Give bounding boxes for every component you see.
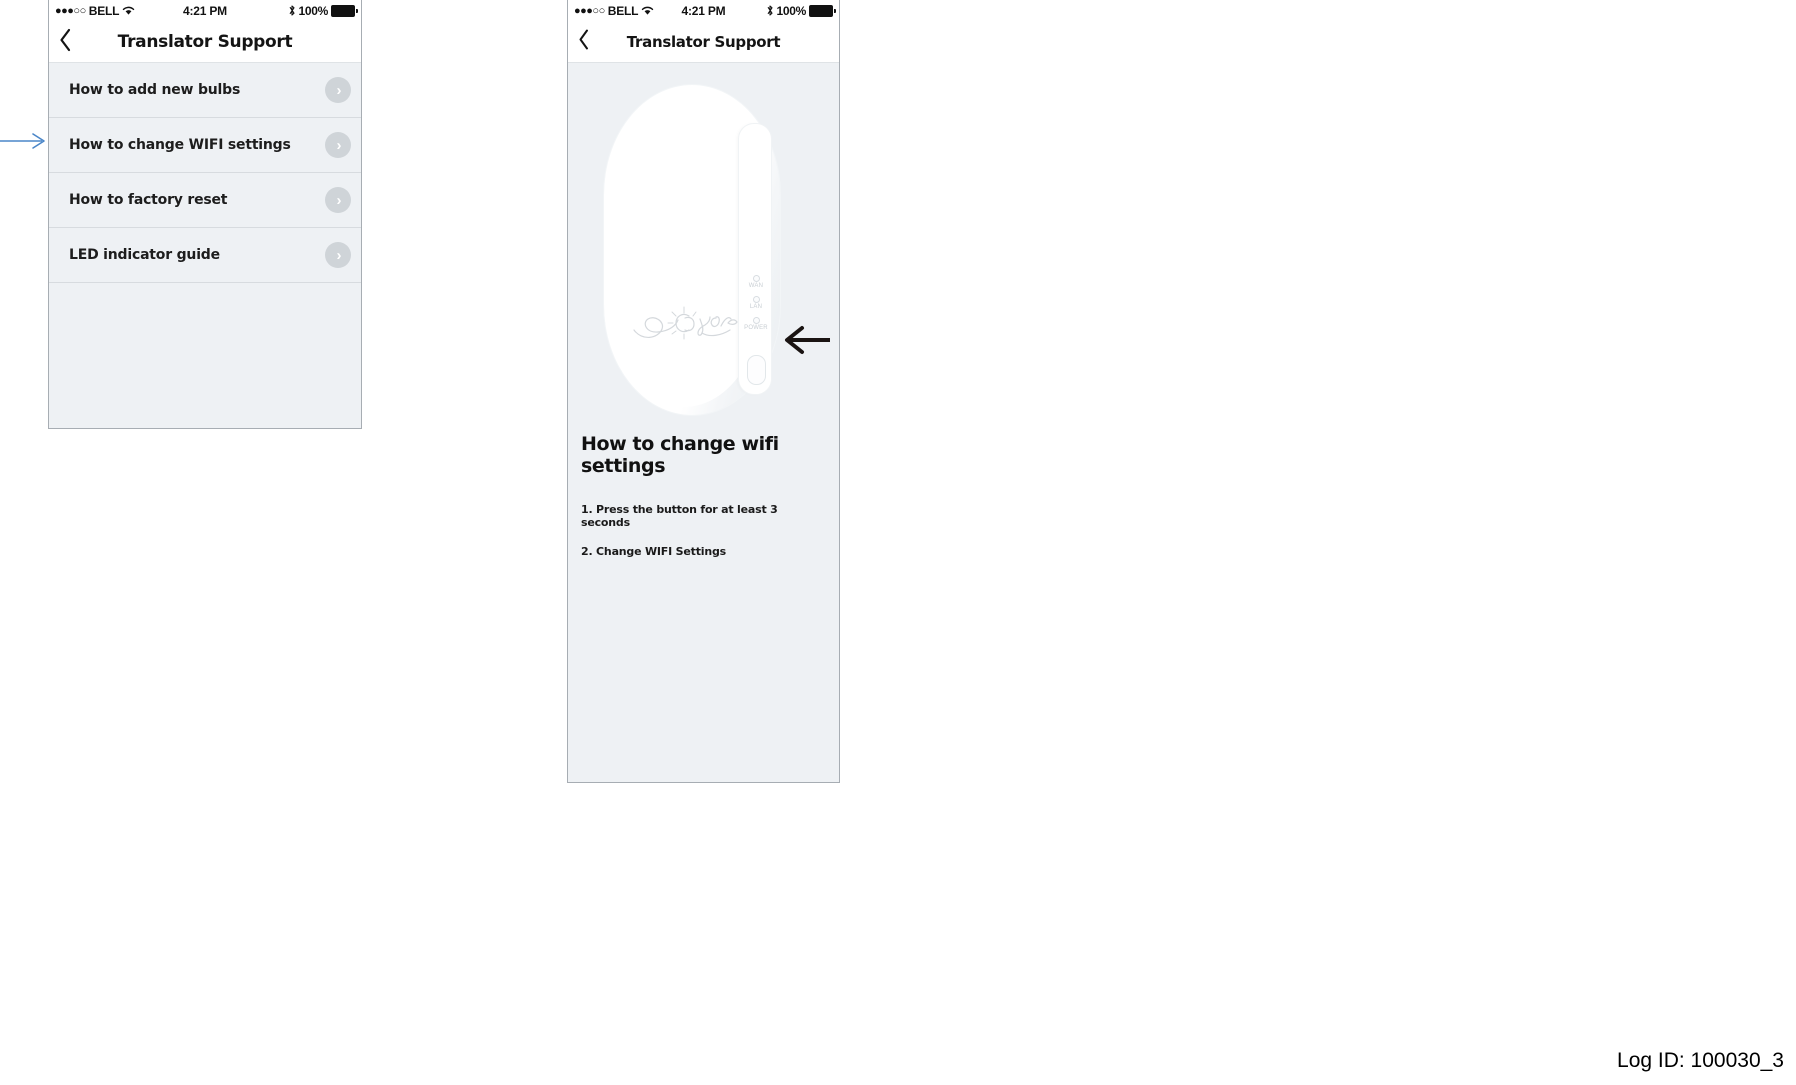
chevron-left-icon xyxy=(579,29,588,50)
battery-percent-label: 100% xyxy=(776,4,807,18)
list-item-led-indicator-guide[interactable]: LED indicator guide › xyxy=(49,228,361,283)
bluetooth-icon xyxy=(288,4,296,19)
bluetooth-icon-svg xyxy=(289,4,295,16)
led-dot-icon xyxy=(752,296,760,303)
annotation-arrow-right-blue xyxy=(0,131,48,151)
navigation-bar: Translator Support xyxy=(49,22,361,63)
chevron-right-icon[interactable]: › xyxy=(325,77,351,103)
list-item-label: How to change WIFI settings xyxy=(69,137,291,153)
log-id-label: Log ID: 100030_3 xyxy=(1617,1049,1784,1072)
battery-icon xyxy=(331,5,358,17)
instruction-step-1: 1. Press the button for at least 3 secon… xyxy=(581,503,778,529)
list-item-factory-reset[interactable]: How to factory reset › xyxy=(49,173,361,228)
chevron-right-glyph: › xyxy=(336,246,342,264)
device-reset-button xyxy=(747,355,766,385)
chevron-right-glyph: › xyxy=(336,191,342,209)
led-label: POWER xyxy=(744,325,768,331)
phone-screen-change-wifi-detail: ●●●○○ BELL 4:21 PM 100% Translator Suppo… xyxy=(567,0,840,783)
phone-screen-translator-support-list: ●●●○○ BELL 4:21 PM 100% Translator Suppo… xyxy=(48,0,362,429)
wifi-icon-svg xyxy=(123,6,135,15)
c-by-ge-logo-svg xyxy=(633,306,738,340)
carrier-label: BELL xyxy=(607,4,639,18)
wifi-icon xyxy=(641,5,654,18)
status-bar-left: ●●●○○ BELL xyxy=(55,4,135,18)
battery-icon xyxy=(809,5,836,17)
status-bar-left: ●●●○○ BELL xyxy=(574,4,654,18)
annotation-arrow-left-black xyxy=(782,325,832,355)
wifi-icon-svg xyxy=(642,6,654,15)
signal-strength-icon: ●●●○○ xyxy=(55,4,86,17)
chevron-right-glyph: › xyxy=(336,81,342,99)
support-topics-list: How to add new bulbs › How to change WIF… xyxy=(49,63,361,283)
instruction-step-2: 2. Change WIFI Settings xyxy=(581,545,726,558)
led-dot-icon xyxy=(752,317,760,324)
status-bar: ●●●○○ BELL 4:21 PM 100% xyxy=(49,0,361,22)
led-dot-icon xyxy=(752,275,760,282)
list-item-label: How to add new bulbs xyxy=(69,82,241,98)
led-power: POWER xyxy=(741,317,771,332)
list-item-change-wifi-settings[interactable]: How to change WIFI settings › xyxy=(49,118,361,173)
status-bar-right: 100% xyxy=(288,4,358,19)
led-wan: WAN xyxy=(741,275,771,290)
led-indicator-group: WAN LAN POWER xyxy=(741,275,771,338)
article-title: How to change wifi settings xyxy=(581,433,779,477)
wifi-icon xyxy=(122,5,135,18)
c-by-ge-logo xyxy=(632,285,742,345)
bluetooth-icon xyxy=(766,4,774,19)
battery-percent-label: 100% xyxy=(298,4,329,18)
list-item-label: LED indicator guide xyxy=(69,247,220,263)
annotation-arrow-right-svg xyxy=(0,133,45,149)
list-item-add-new-bulbs[interactable]: How to add new bulbs › xyxy=(49,63,361,118)
navigation-bar: Translator Support xyxy=(568,22,839,63)
chevron-right-icon[interactable]: › xyxy=(325,132,351,158)
chevron-right-icon[interactable]: › xyxy=(325,242,351,268)
signal-strength-icon: ●●●○○ xyxy=(574,4,605,17)
translator-device-graphic: WAN LAN POWER xyxy=(604,85,780,415)
led-lan: LAN xyxy=(741,296,771,311)
carrier-label: BELL xyxy=(88,4,120,18)
page-title: Translator Support xyxy=(626,33,781,51)
list-item-label: How to factory reset xyxy=(69,192,228,208)
bluetooth-icon-svg xyxy=(767,4,773,16)
chevron-left-icon xyxy=(60,28,71,52)
device-illustration: WAN LAN POWER xyxy=(568,63,839,433)
back-button[interactable] xyxy=(59,28,72,56)
page-title: Translator Support xyxy=(117,32,293,52)
article-content: How to change wifi settings 1. Press the… xyxy=(568,433,839,558)
back-button[interactable] xyxy=(578,29,590,56)
annotation-arrow-left-svg xyxy=(785,326,830,354)
led-label: LAN xyxy=(749,304,763,310)
chevron-right-glyph: › xyxy=(336,136,342,154)
status-bar-right: 100% xyxy=(766,4,836,19)
chevron-right-icon[interactable]: › xyxy=(325,187,351,213)
led-label: WAN xyxy=(748,283,764,289)
status-bar: ●●●○○ BELL 4:21 PM 100% xyxy=(568,0,839,22)
